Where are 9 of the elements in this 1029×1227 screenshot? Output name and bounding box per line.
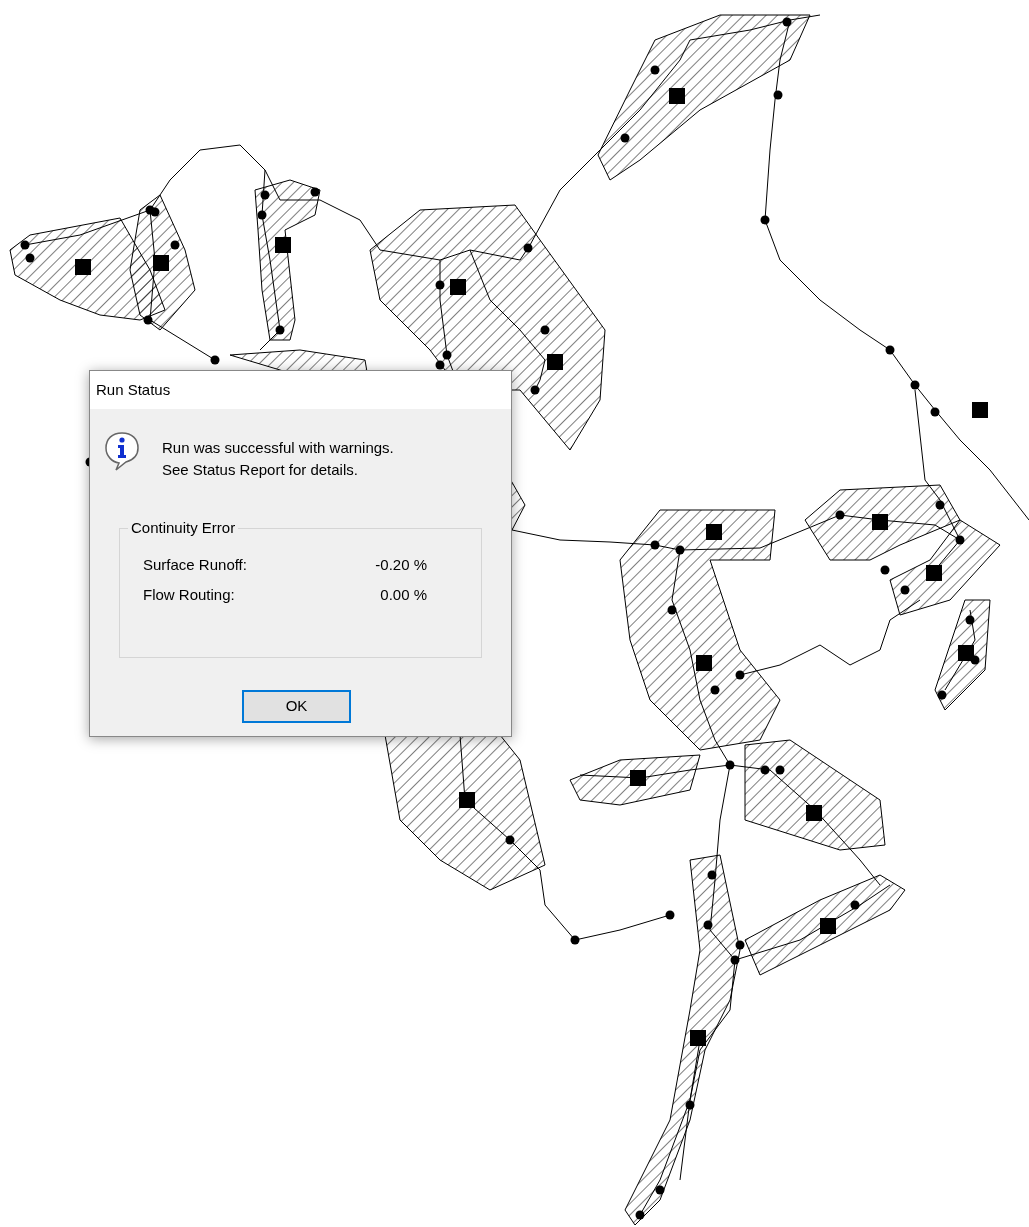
window-title: Run Status	[96, 379, 171, 400]
row-label: Flow Routing:	[143, 585, 235, 605]
row-value: 0.00 %	[380, 585, 427, 605]
row-label: Surface Runoff:	[143, 555, 247, 575]
message-text: See Status Report for details.	[162, 460, 359, 480]
info-icon	[104, 431, 140, 471]
message-text: Run was successful with warnings.	[162, 438, 394, 458]
row-value: -0.20 %	[375, 555, 427, 575]
ok-button[interactable]: OK	[242, 690, 351, 723]
